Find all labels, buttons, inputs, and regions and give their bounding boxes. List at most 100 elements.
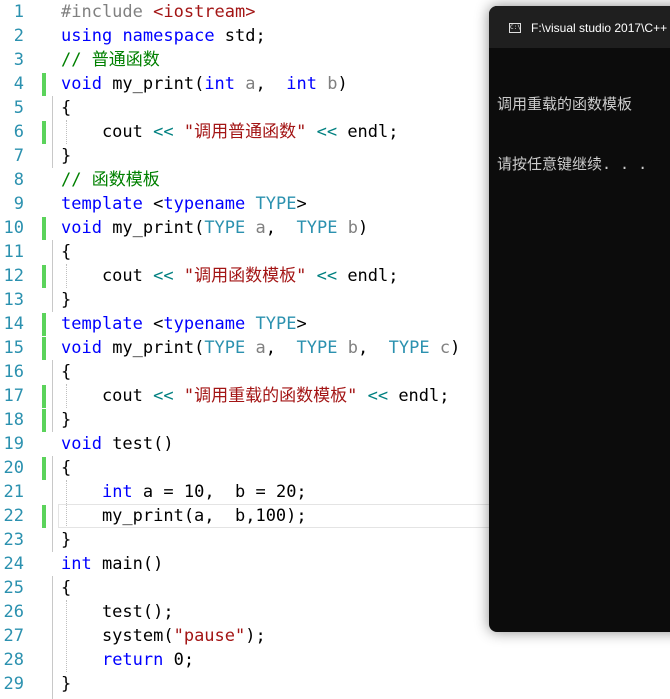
line-number: 17 (3, 386, 24, 406)
line-number: 24 (3, 554, 24, 574)
code-text: #include <iostream> (61, 0, 255, 24)
code-token: using (61, 26, 113, 46)
code-token: main() (91, 554, 164, 574)
code-token: // 函数模板 (61, 170, 160, 190)
line-number: 20 (3, 458, 24, 478)
code-text: void test() (61, 432, 174, 456)
console-window[interactable]: C:\ F:\visual studio 2017\C++ 调用重载的函数模板 … (489, 6, 670, 632)
code-token: TYPE (388, 338, 430, 358)
line-number: 2 (13, 26, 24, 46)
code-token: b (347, 218, 358, 238)
change-marker (42, 385, 46, 408)
code-token: << (153, 122, 174, 142)
line-number: 5 (13, 98, 24, 118)
code-text: return 0; (61, 648, 194, 672)
code-token: b (347, 338, 358, 358)
code-token: < (142, 314, 164, 334)
code-text: cout << "调用重载的函数模板" << endl; (61, 384, 450, 408)
console-app-icon: C:\ (509, 23, 521, 33)
code-token: cout (61, 386, 154, 406)
code-token: } (61, 290, 72, 310)
code-token: > (296, 314, 307, 334)
code-line[interactable]: 28 return 0; (0, 648, 670, 672)
line-number: 6 (13, 122, 24, 142)
code-token: template (61, 314, 143, 334)
code-token: , (255, 74, 287, 94)
code-text: int main() (61, 552, 163, 576)
code-token: void (61, 218, 102, 238)
code-token: < (142, 194, 164, 214)
console-output-line: 请按任意键继续. . . (497, 155, 648, 173)
line-number: 19 (3, 434, 24, 454)
change-marker (42, 217, 46, 240)
code-token: TYPE (204, 218, 246, 238)
code-token: } (61, 674, 72, 694)
code-token: ) (337, 74, 348, 94)
line-number: 21 (3, 482, 24, 502)
line-number: 12 (3, 266, 24, 286)
code-token: int (204, 74, 236, 94)
code-text: using namespace std; (61, 24, 266, 48)
line-number: 10 (3, 218, 24, 238)
code-token: b (327, 74, 338, 94)
console-title: F:\visual studio 2017\C++ (531, 21, 668, 35)
line-number: 27 (3, 626, 24, 646)
code-token: 0; (163, 650, 195, 670)
code-token: << (316, 266, 338, 286)
code-token: c (439, 338, 451, 358)
code-text: int a = 10, b = 20; (61, 480, 307, 504)
code-token: int (61, 554, 92, 574)
code-text: test(); (61, 600, 174, 624)
code-token: ); (245, 626, 266, 646)
code-token: int (101, 482, 133, 502)
code-token: << (153, 266, 174, 286)
code-token: > (296, 194, 307, 214)
code-token: my_print(a, b,100); (61, 506, 307, 526)
code-text: void my_print(TYPE a, TYPE b) (61, 216, 368, 240)
code-text: system("pause"); (61, 624, 266, 648)
code-text: // 普通函数 (61, 48, 160, 72)
console-output: 调用重载的函数模板 请按任意键继续. . . (497, 54, 647, 214)
line-number: 26 (3, 602, 24, 622)
code-token: TYPE (296, 338, 338, 358)
code-token: // 普通函数 (61, 50, 160, 70)
code-token: } (61, 146, 72, 166)
code-token: { (61, 98, 72, 118)
code-text: } (61, 672, 71, 696)
code-token: cout (61, 122, 154, 142)
code-token: template (61, 194, 143, 214)
code-token: , (265, 218, 297, 238)
line-number: 22 (3, 506, 24, 526)
code-token: <iostream> (153, 2, 256, 22)
change-marker (42, 265, 46, 288)
change-marker (42, 313, 46, 336)
line-number: 8 (13, 170, 24, 190)
code-token: my_print( (101, 218, 205, 238)
line-number: 29 (3, 674, 24, 694)
code-token: cout (61, 266, 154, 286)
code-token: endl; (388, 386, 450, 406)
code-text: template <typename TYPE> (61, 192, 307, 216)
line-number: 15 (3, 338, 24, 358)
code-text: template <typename TYPE> (61, 312, 307, 336)
console-output-line: 调用重载的函数模板 (497, 95, 633, 113)
code-token: #include (61, 2, 154, 22)
code-text: { (61, 576, 71, 600)
code-text: cout << "调用函数模板" << endl; (61, 264, 399, 288)
code-token: { (61, 242, 72, 262)
code-line[interactable]: 29} (0, 672, 670, 696)
console-titlebar[interactable]: C:\ F:\visual studio 2017\C++ (489, 6, 670, 48)
line-number: 25 (3, 578, 24, 598)
code-token: ) (450, 338, 461, 358)
code-token: "调用函数模板" (183, 266, 307, 286)
